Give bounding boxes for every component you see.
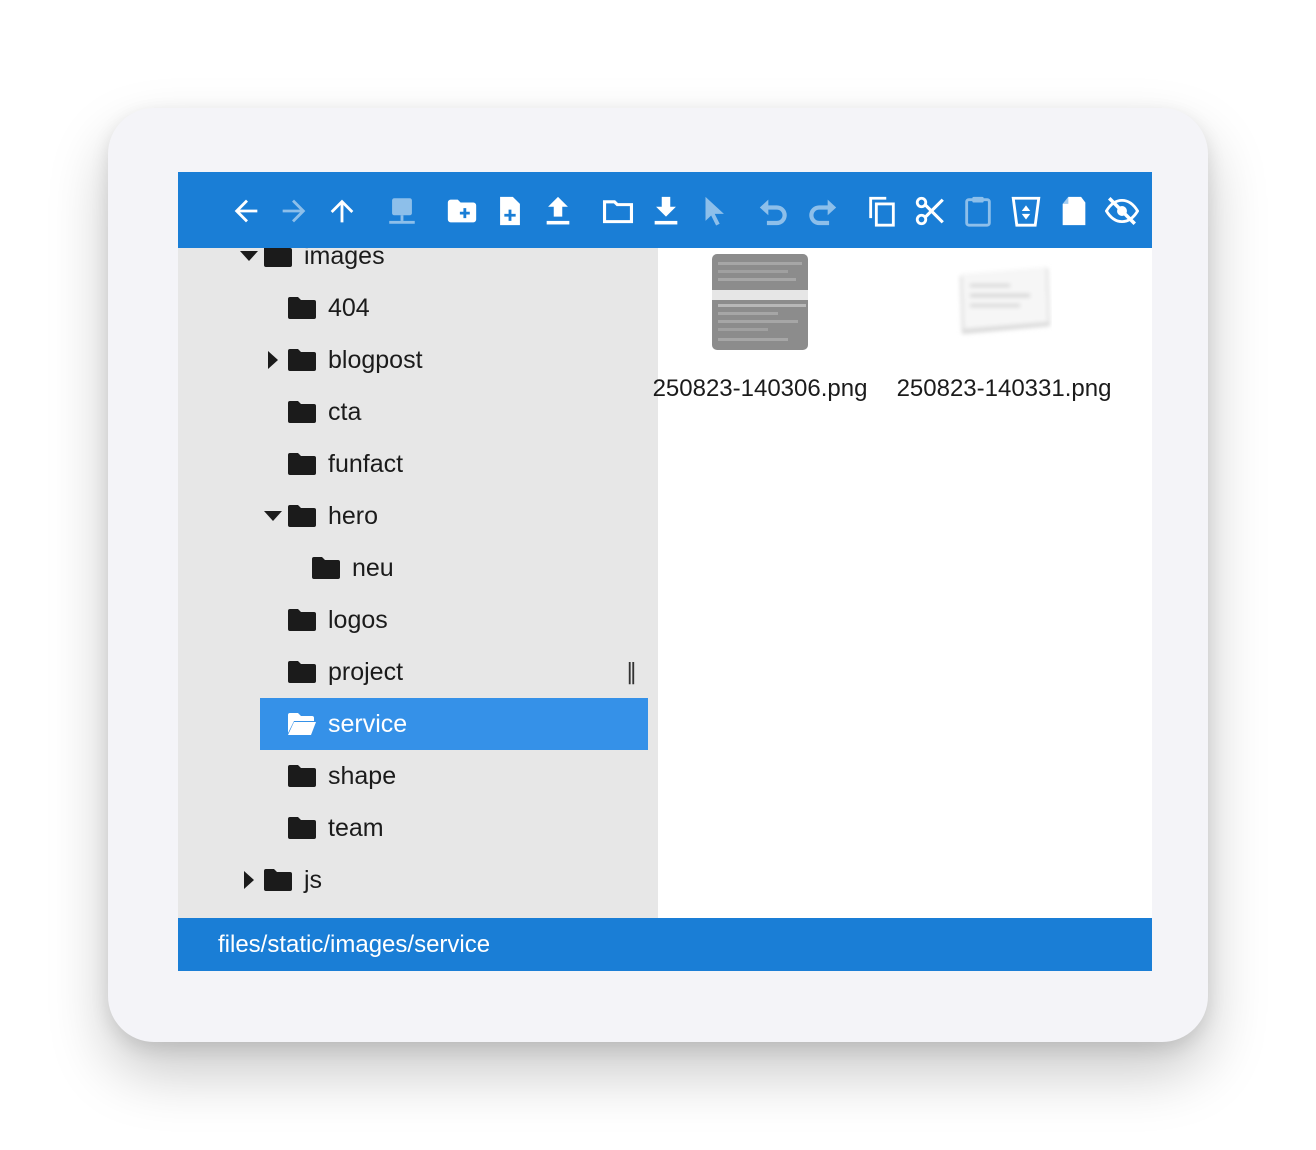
- cut-icon: [915, 196, 944, 226]
- forward-button[interactable]: [274, 191, 314, 231]
- undo-icon: [759, 199, 787, 226]
- new-file-icon: [500, 196, 520, 226]
- new-folder-button[interactable]: [442, 191, 482, 231]
- file-name: 250823-140306.png: [652, 375, 868, 402]
- open-folder-icon: [602, 200, 634, 224]
- tree-node-cta[interactable]: cta: [288, 392, 361, 432]
- tree-node-blogpost[interactable]: blogpost: [264, 340, 423, 380]
- folder-icon: [288, 660, 316, 684]
- back-button[interactable]: [226, 191, 266, 231]
- folder-icon: [288, 348, 316, 372]
- caret-expanded-icon[interactable]: [240, 248, 258, 266]
- tree-node-label: shape: [328, 761, 397, 790]
- tree-node-service[interactable]: service: [260, 698, 648, 750]
- tree-node-shape[interactable]: shape: [288, 756, 396, 796]
- paste-button[interactable]: [958, 191, 998, 231]
- folder-icon: [288, 400, 316, 424]
- current-path: files/static/images/service: [218, 930, 491, 958]
- select-button[interactable]: [694, 191, 734, 231]
- folder-icon: [288, 764, 316, 788]
- image-thumbnail-icon: [960, 267, 1050, 334]
- undo-button[interactable]: [754, 191, 794, 231]
- tree-node-label: 404: [328, 293, 370, 322]
- tree-node-logos[interactable]: logos: [288, 600, 388, 640]
- folder-icon: [288, 608, 316, 632]
- erase-button[interactable]: [1054, 191, 1094, 231]
- tree-node-label: blogpost: [328, 345, 423, 374]
- tree-node-label: neu: [352, 553, 394, 582]
- image-thumbnail-icon: [712, 254, 808, 350]
- tree-node-label: logos: [328, 605, 388, 634]
- download-icon: [654, 196, 678, 225]
- upload-button[interactable]: [538, 191, 578, 231]
- network-button[interactable]: [382, 191, 422, 231]
- copy-icon: [869, 196, 895, 227]
- up-button[interactable]: [322, 191, 362, 231]
- network-icon: [389, 198, 415, 224]
- tree-node-label: funfact: [328, 449, 404, 478]
- folder-icon: [288, 296, 316, 320]
- redo-button[interactable]: [802, 191, 842, 231]
- tree-node-funfact[interactable]: funfact: [288, 444, 403, 484]
- tree-node-label: hero: [328, 501, 379, 530]
- open-folder-button[interactable]: [598, 191, 638, 231]
- tree-node-label: cta: [328, 397, 362, 426]
- tree-node-404[interactable]: 404: [288, 288, 370, 328]
- caret-collapsed-icon[interactable]: [240, 870, 258, 890]
- caret-expanded-icon[interactable]: [264, 506, 282, 526]
- tree-node-project[interactable]: project: [288, 652, 403, 692]
- recycle-bin-icon: [1011, 196, 1041, 227]
- tree-node-label: images: [304, 248, 385, 270]
- status-bar: files/static/images/service: [178, 918, 1152, 971]
- tree-node-js[interactable]: js: [240, 860, 322, 900]
- cut-button[interactable]: [910, 191, 950, 231]
- upload-icon: [546, 196, 570, 225]
- download-button[interactable]: [646, 191, 686, 231]
- arrow-left-icon: [234, 199, 258, 223]
- file-item[interactable]: 250823-140306.png: [642, 254, 878, 403]
- tree-node-label: js: [304, 865, 323, 894]
- file-manager: images 404 blogpost cta funfact hero neu: [178, 172, 1152, 971]
- pane-resize-handle[interactable]: ‖: [626, 660, 637, 685]
- folder-tree[interactable]: images 404 blogpost cta funfact hero neu: [178, 248, 658, 918]
- redo-icon: [809, 199, 837, 226]
- tree-node-hero[interactable]: hero: [264, 496, 378, 536]
- open-folder-icon: [288, 712, 316, 736]
- folder-icon: [264, 248, 292, 268]
- toggle-hidden-button[interactable]: [1102, 191, 1142, 231]
- tree-node-label: project: [328, 657, 404, 686]
- file-name: 250823-140331.png: [896, 375, 1112, 402]
- erase-icon: [1062, 196, 1086, 226]
- file-list: 250823-140306.png 250823-140331.png: [653, 248, 1152, 918]
- paste-icon: [965, 196, 991, 227]
- folder-icon: [288, 504, 316, 528]
- tree-node-neu[interactable]: neu: [312, 548, 394, 588]
- select-cursor-icon: [705, 196, 724, 226]
- folder-icon: [288, 816, 316, 840]
- file-item[interactable]: 250823-140331.png: [886, 254, 1122, 403]
- delete-button[interactable]: [1006, 191, 1046, 231]
- new-file-button[interactable]: [490, 191, 530, 231]
- folder-icon: [264, 868, 292, 892]
- hidden-eye-icon: [1105, 196, 1139, 226]
- copy-button[interactable]: [862, 191, 902, 231]
- caret-collapsed-icon[interactable]: [264, 350, 282, 370]
- tree-node-label: team: [328, 813, 384, 842]
- arrow-up-icon: [330, 199, 354, 223]
- new-folder-icon: [447, 199, 477, 223]
- folder-icon: [288, 452, 316, 476]
- tree-node-images[interactable]: images: [240, 248, 385, 276]
- tree-node-team[interactable]: team: [288, 808, 384, 848]
- tree-node-label: service: [328, 709, 408, 738]
- folder-icon: [312, 556, 340, 580]
- toolbar: [178, 172, 1152, 248]
- arrow-right-icon: [282, 199, 306, 223]
